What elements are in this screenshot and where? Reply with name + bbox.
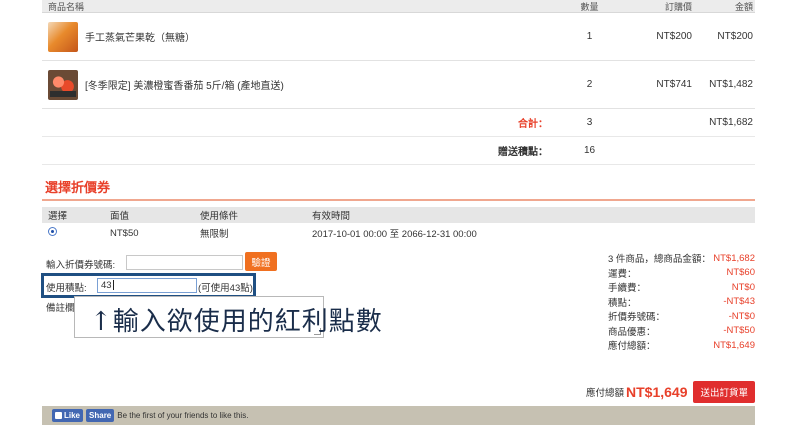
grand-total: 應付總額 NT$1,649 送出訂貨單 (586, 381, 755, 403)
annotation-text: ↑輸入欲使用的紅利點數 (90, 307, 383, 337)
header-price: 訂購價 (664, 1, 692, 12)
section-divider (42, 199, 755, 201)
summary-row: 應付總額： NT$1,649 (608, 339, 755, 353)
summary-row: 手續費： NT$0 (608, 281, 755, 295)
coupon-header-select: 選擇 (48, 211, 68, 222)
subtotal-label: 合計： (518, 119, 548, 130)
coupon-period: 2017-10-01 00:00 至 2066-12-31 00:00 (312, 229, 477, 240)
coupon-row: NT$50 無限制 2017-10-01 00:00 至 2066-12-31 … (42, 225, 755, 241)
header-amount: 金額 (734, 1, 753, 12)
thumbs-up-icon (55, 412, 62, 419)
fb-like-text: Be the first of your friends to like thi… (117, 411, 249, 420)
subtotal-amount: NT$1,682 (709, 117, 753, 128)
item-price: NT$741 (656, 79, 692, 90)
cart-header-row: 商品名稱 數量 訂購價 金額 (42, 0, 755, 13)
item-quantity: 1 (586, 31, 593, 42)
coupon-value: NT$50 (110, 227, 139, 239)
order-summary: 3 件商品，總商品金額： NT$1,682 運費： NT$60 手續費： NT$0 積… (608, 251, 755, 353)
subtotal-quantity: 3 (586, 117, 593, 128)
fb-share-button[interactable]: Share (86, 409, 115, 422)
summary-row: 運費： NT$60 (608, 267, 755, 280)
item-quantity: 2 (586, 79, 593, 90)
points-label: 使用積點: (46, 283, 87, 294)
coupon-code-input[interactable] (126, 255, 243, 270)
product-name-link[interactable]: [冬季限定] 美濃橙蜜香番茄 5斤/箱 (產地直送) (85, 77, 284, 92)
product-thumbnail[interactable] (48, 21, 78, 52)
summary-row: 積點： -NT$43 (608, 296, 755, 309)
points-hint: (可使用43點) (198, 283, 253, 294)
coupon-header-period: 有效時間 (312, 211, 351, 222)
coupon-condition: 無限制 (200, 229, 229, 240)
coupon-section-title: 選擇折價券 (45, 180, 111, 195)
note-label: 備註欄: (46, 303, 78, 314)
bonus-points-value: 16 (583, 145, 596, 156)
bonus-points-label: 贈送積點： (498, 147, 548, 158)
coupon-header-value: 面值 (110, 211, 130, 222)
coupon-code-label: 輸入折價券號碼: (46, 260, 116, 271)
summary-row: 折價券號碼： -NT$0 (608, 310, 755, 324)
cart-table: 商品名稱 數量 訂購價 金額 手工蒸氣芒果乾（無糖） 1 NT$200 NT$2… (42, 0, 755, 165)
subtotal-row: 合計： 3 NT$1,682 (42, 109, 755, 137)
summary-row: 商品優惠： -NT$50 (608, 325, 755, 338)
product-name-link[interactable]: 手工蒸氣芒果乾（無糖） (85, 29, 195, 44)
submit-order-button[interactable]: 送出訂貨單 (693, 381, 755, 403)
product-thumbnail[interactable] (48, 69, 78, 100)
item-price: NT$200 (656, 31, 692, 42)
coupon-radio[interactable] (48, 227, 57, 236)
fb-like-button[interactable]: Like (52, 409, 84, 422)
coupon-header-row: 選擇 面值 使用條件 有效時間 (42, 207, 755, 223)
points-input[interactable]: 43 (97, 278, 197, 293)
facebook-like-bar: Like Share Be the first of your friends … (42, 406, 755, 425)
item-amount: NT$200 (717, 31, 753, 42)
grand-total-value: NT$1,649 (626, 384, 688, 400)
cart-item-row: 手工蒸氣芒果乾（無糖） 1 NT$200 NT$200 (42, 13, 755, 61)
header-quantity: 數量 (580, 1, 599, 12)
grand-total-label: 應付總額 (585, 388, 624, 399)
verify-button[interactable]: 驗證 (245, 252, 277, 271)
coupon-header-condition: 使用條件 (200, 211, 239, 222)
header-product-name: 商品名稱 (48, 1, 85, 12)
bonus-points-row: 贈送積點： 16 (42, 137, 755, 165)
text-caret (112, 280, 114, 291)
item-amount: NT$1,482 (709, 79, 753, 90)
summary-row: 3 件商品，總商品金額： NT$1,682 (608, 252, 755, 266)
cart-item-row: [冬季限定] 美濃橙蜜香番茄 5斤/箱 (產地直送) 2 NT$741 NT$1… (42, 61, 755, 109)
